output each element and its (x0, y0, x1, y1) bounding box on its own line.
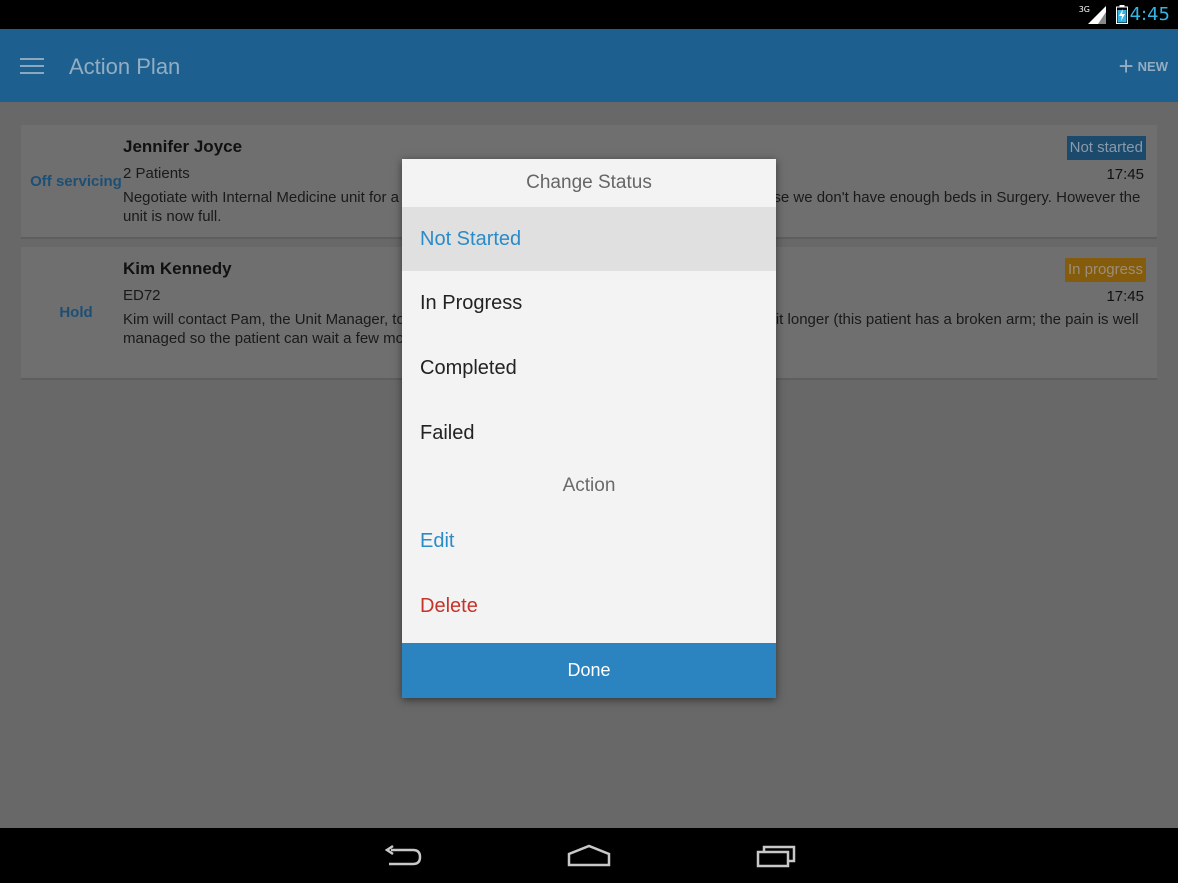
status-bar: 3G 4:45 (0, 0, 1178, 29)
card-category: Off servicing (30, 172, 122, 190)
status-option-not-started[interactable]: Not Started (402, 207, 776, 271)
back-icon[interactable] (383, 844, 423, 868)
card-subtitle: ED72 (123, 287, 161, 304)
battery-icon (1116, 5, 1128, 24)
status-option-failed[interactable]: Failed (402, 401, 776, 466)
signal-icon (1088, 6, 1106, 24)
status-option-in-progress[interactable]: In Progress (402, 271, 776, 336)
dialog-title: Change Status (526, 172, 652, 193)
change-status-dialog: Change Status Not Started In Progress Co… (402, 159, 776, 698)
card-time: 17:45 (1106, 166, 1144, 183)
delete-action-button[interactable]: Delete (402, 574, 776, 639)
status-option-completed[interactable]: Completed (402, 336, 776, 401)
menu-icon[interactable] (20, 58, 44, 74)
action-section-label: Action (562, 475, 616, 496)
app-bar: Action Plan + NEW (0, 29, 1178, 102)
card-subtitle: 2 Patients (123, 165, 190, 182)
system-nav-bar (0, 828, 1178, 883)
status-badge: In progress (1064, 258, 1146, 282)
page-title: Action Plan (69, 54, 181, 79)
home-icon[interactable] (567, 844, 611, 868)
new-button[interactable]: + NEW (1118, 51, 1168, 81)
card-name: Jennifer Joyce (123, 137, 243, 156)
card-name: Kim Kennedy (123, 259, 232, 278)
clock: 4:45 (1129, 4, 1170, 25)
card-category: Hold (59, 304, 93, 321)
card-time: 17:45 (1106, 288, 1144, 305)
new-button-label: NEW (1137, 58, 1168, 74)
plus-icon: + (1118, 51, 1134, 81)
recents-icon[interactable] (756, 844, 798, 868)
edit-action-button[interactable]: Edit (402, 509, 776, 574)
done-button[interactable]: Done (402, 643, 776, 698)
status-badge: Not started (1066, 136, 1146, 160)
